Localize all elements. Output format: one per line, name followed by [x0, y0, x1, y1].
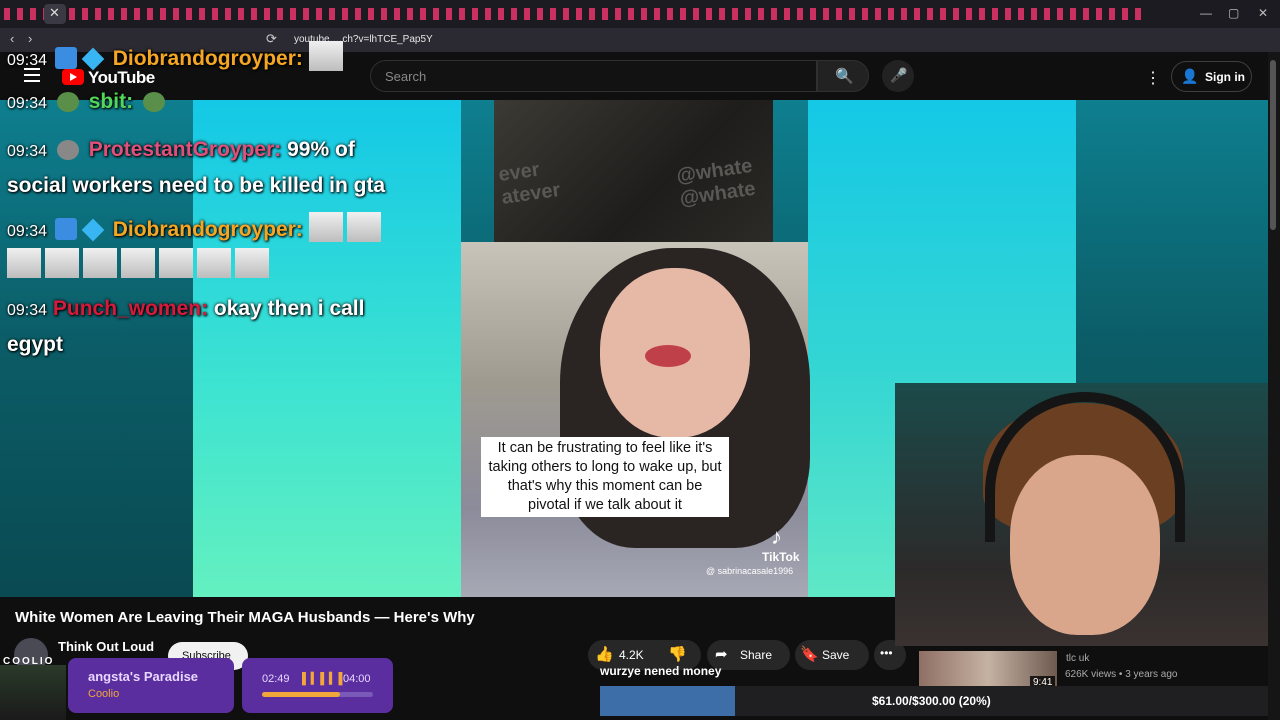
- like-icon[interactable]: 👍: [595, 645, 614, 663]
- mic-icon: 🎤: [890, 67, 908, 83]
- chat-message: 09:34 Diobrandogroyper:: [7, 41, 347, 71]
- channel-name[interactable]: Think Out Loud: [58, 639, 154, 654]
- emote-icon: [308, 212, 343, 242]
- chat-username: Punch_women:: [52, 297, 209, 320]
- hammer-badge-icon: [54, 47, 77, 69]
- song-title: angsta's Paradise: [88, 669, 199, 684]
- browser-tab-favicons[interactable]: [4, 8, 1144, 20]
- emote-row: [7, 248, 447, 278]
- search-button[interactable]: 🔍: [817, 60, 869, 92]
- dislike-icon[interactable]: 👎: [668, 645, 687, 663]
- tiktok-icon: ♪: [771, 524, 782, 549]
- maximize-icon[interactable]: ▢: [1228, 6, 1239, 20]
- sign-in-button[interactable]: 👤 Sign in: [1171, 61, 1252, 92]
- tiktok-handle: @ sabrinacasale1996: [706, 566, 794, 576]
- inset-text-left: ever atever: [497, 158, 562, 209]
- chat-time: 09:34: [7, 52, 48, 69]
- chat-time: 09:34: [7, 302, 48, 319]
- album-cover: [0, 665, 66, 720]
- pepe-emote-icon: [142, 92, 165, 112]
- chat-username: Diobrandogroyper:: [112, 218, 303, 241]
- emote-icon: [308, 41, 343, 71]
- donation-goal-fill: [600, 686, 735, 716]
- tiktok-brand: TikTok: [762, 550, 800, 564]
- elapsed-time: 02:49: [262, 673, 290, 685]
- video-title: White Women Are Leaving Their MAGA Husba…: [15, 609, 475, 626]
- emote-icon: [159, 248, 193, 278]
- window-close-icon[interactable]: ✕: [1258, 6, 1268, 20]
- chat-text: egypt: [7, 333, 64, 356]
- related-video-stats: 626K views • 3 years ago: [1065, 669, 1178, 680]
- hat-badge-icon: [56, 140, 79, 160]
- playback-progress-fill: [262, 692, 340, 697]
- cube-badge-icon: [81, 47, 105, 71]
- like-count[interactable]: 4.2K: [619, 648, 644, 662]
- goal-name: wurzye nened money: [600, 664, 722, 678]
- chat-username: Diobrandogroyper:: [112, 47, 303, 70]
- share-label: Share: [740, 648, 773, 662]
- emote-icon: [121, 248, 155, 278]
- donation-goal-text: $61.00/$300.00 (20%): [872, 694, 991, 708]
- chat-message: 09:34 sbit:: [7, 90, 169, 114]
- emote-icon: [197, 248, 231, 278]
- chat-time: 09:34: [7, 143, 48, 160]
- related-channel-name[interactable]: tlc uk: [1066, 653, 1089, 664]
- minimize-icon[interactable]: —: [1200, 6, 1212, 20]
- emote-icon: [235, 248, 269, 278]
- emote-icon: [83, 248, 117, 278]
- total-time: 04:00: [343, 673, 371, 685]
- youtube-logo-text[interactable]: YouTube: [88, 68, 155, 88]
- chat-username: sbit:: [88, 90, 134, 113]
- person-mouth: [645, 345, 691, 367]
- chat-message: 09:34 Diobrandogroyper:: [7, 212, 447, 278]
- search-input[interactable]: Search: [370, 60, 817, 92]
- account-icon: 👤: [1181, 68, 1199, 84]
- chat-time: 09:34: [7, 223, 48, 240]
- audio-wave-icon: ▌▍▌▍▌: [302, 673, 348, 685]
- share-icon: ➦: [715, 646, 728, 663]
- cube-badge-icon: [81, 218, 105, 242]
- close-tab-icon[interactable]: ✕: [49, 5, 60, 21]
- voice-search-button[interactable]: 🎤: [882, 60, 914, 92]
- hammer-badge-icon: [54, 218, 77, 240]
- frog-badge-icon: [56, 92, 79, 112]
- sign-in-label: Sign in: [1205, 70, 1245, 84]
- song-artist: Coolio: [88, 688, 120, 700]
- album-cover-text: COOLIO: [3, 656, 55, 667]
- chat-text: social workers need to be killed in gta: [7, 174, 386, 197]
- chat-username: ProtestantGroyper:: [88, 138, 282, 161]
- playback-card: [242, 658, 393, 713]
- search-icon: 🔍: [835, 68, 854, 85]
- chat-message: 09:34 ProtestantGroyper: 99% of social w…: [7, 133, 447, 203]
- search-placeholder: Search: [385, 69, 427, 84]
- save-label: Save: [822, 648, 850, 662]
- now-playing-card: [68, 658, 234, 713]
- more-options-icon[interactable]: ⋮: [1145, 68, 1161, 88]
- scrollbar-thumb[interactable]: [1270, 60, 1276, 230]
- more-actions-icon: •••: [880, 646, 893, 660]
- chat-time: 09:34: [7, 95, 48, 112]
- save-icon: 🔖: [800, 646, 819, 663]
- chat-text: okay then i call: [213, 297, 365, 320]
- chat-message: 09:34 Punch_women: okay then i call egyp…: [7, 292, 447, 362]
- youtube-logo-icon[interactable]: [62, 69, 84, 85]
- emote-icon: [45, 248, 79, 278]
- emote-icon: [7, 248, 41, 278]
- emote-icon: [346, 212, 381, 242]
- chat-text: 99% of: [287, 138, 355, 161]
- video-caption: It can be frustrating to feel like it's …: [481, 437, 729, 517]
